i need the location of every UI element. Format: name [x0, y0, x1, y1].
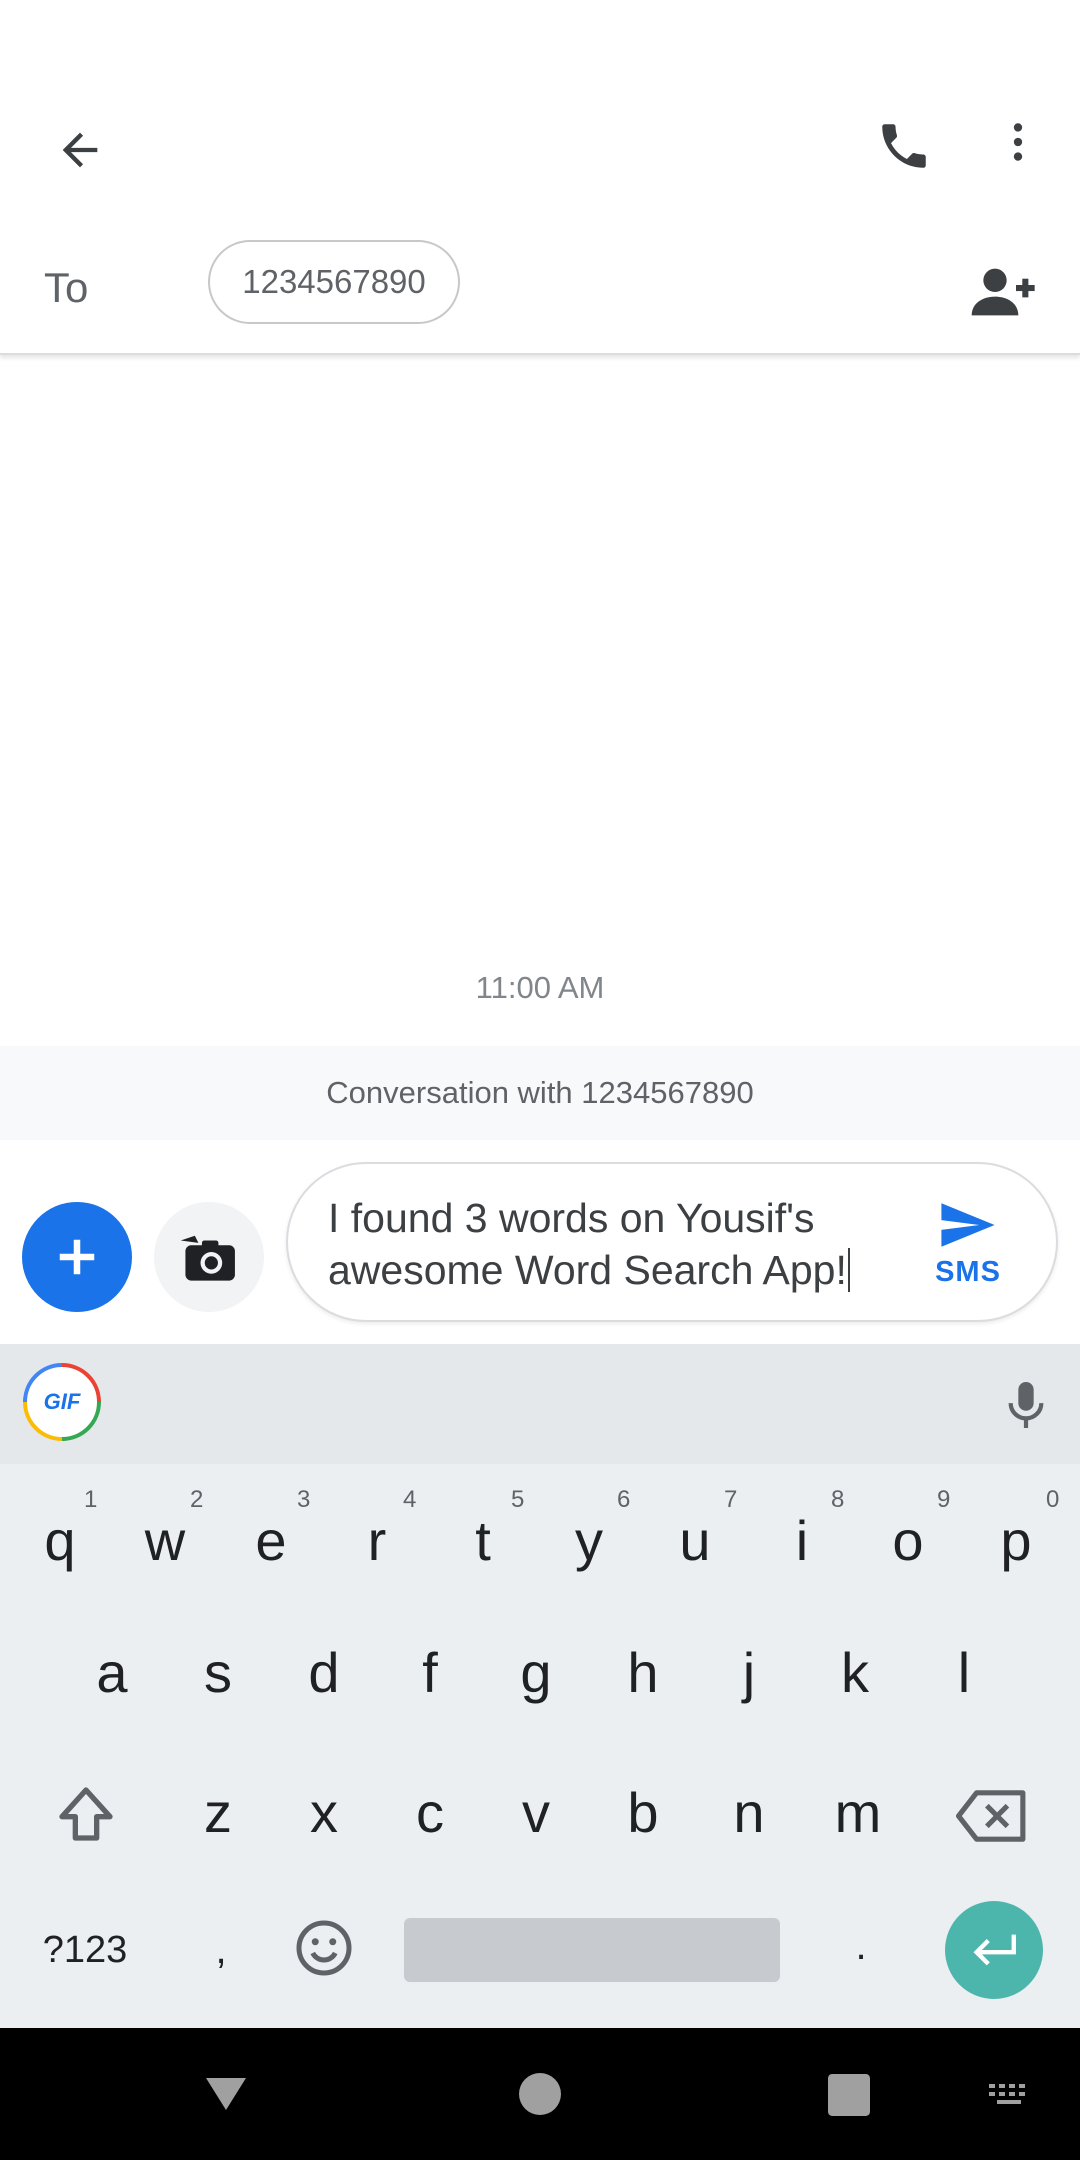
- recipient-chip[interactable]: 1234567890: [208, 240, 460, 324]
- space-bar[interactable]: [404, 1918, 780, 1982]
- key-period[interactable]: .: [836, 1906, 886, 1986]
- message-compose-field[interactable]: I found 3 words on Yousif's awesome Word…: [286, 1162, 1058, 1322]
- backspace-key[interactable]: [950, 1774, 1034, 1858]
- key-o[interactable]: o: [868, 1500, 948, 1580]
- key-v[interactable]: v: [496, 1772, 576, 1852]
- symbols-key[interactable]: ?123: [30, 1910, 140, 1990]
- enter-icon: [973, 1934, 1016, 1966]
- key-hint: 5: [511, 1486, 525, 1513]
- key-j[interactable]: j: [709, 1632, 789, 1712]
- key-hint: 7: [724, 1486, 738, 1513]
- key-d[interactable]: d: [284, 1632, 364, 1712]
- key-n[interactable]: n: [709, 1772, 789, 1852]
- message-text[interactable]: I found 3 words on Yousif's awesome Word…: [328, 1192, 888, 1296]
- key-l[interactable]: l: [924, 1632, 1004, 1712]
- navigation-bar: [0, 2028, 1080, 2160]
- conversation-banner: Conversation with 1234567890: [0, 1046, 1080, 1140]
- key-c[interactable]: c: [390, 1772, 470, 1852]
- person-add-icon[interactable]: [960, 250, 1044, 334]
- gif-button[interactable]: GIF: [22, 1362, 102, 1442]
- recipient-row: To 1234567890: [0, 220, 1080, 355]
- key-hint: 0: [1046, 1486, 1060, 1513]
- key-hint: 4: [403, 1486, 417, 1513]
- camera-button[interactable]: [154, 1202, 264, 1312]
- send-sms-button[interactable]: SMS: [908, 1186, 1028, 1302]
- key-hint: 2: [190, 1486, 204, 1513]
- send-label: SMS: [935, 1255, 1001, 1288]
- phone-icon[interactable]: [864, 106, 944, 186]
- key-k[interactable]: k: [815, 1632, 895, 1712]
- text-cursor: [847, 1248, 850, 1292]
- key-hint: 9: [937, 1486, 951, 1513]
- key-i[interactable]: i: [762, 1500, 842, 1580]
- add-attachment-button[interactable]: [22, 1202, 132, 1312]
- key-z[interactable]: z: [178, 1772, 258, 1852]
- app-bar: [0, 0, 1080, 220]
- key-comma[interactable]: ,: [196, 1910, 246, 1990]
- key-f[interactable]: f: [390, 1632, 470, 1712]
- keyboard-icon[interactable]: [980, 2078, 1040, 2114]
- key-m[interactable]: m: [818, 1772, 898, 1852]
- emoji-icon: [296, 1920, 352, 1976]
- gif-label: GIF: [43, 1389, 81, 1414]
- to-label: To: [44, 264, 89, 311]
- arrow-back-icon[interactable]: [40, 110, 120, 190]
- microphone-icon[interactable]: [994, 1370, 1058, 1440]
- key-hint: 1: [84, 1486, 98, 1513]
- key-u[interactable]: u: [655, 1500, 735, 1580]
- key-b[interactable]: b: [603, 1772, 683, 1852]
- emoji-key[interactable]: [284, 1908, 364, 1988]
- send-icon: [941, 1202, 995, 1247]
- shift-key[interactable]: [44, 1772, 128, 1856]
- backspace-icon: [956, 1790, 1026, 1842]
- message-text-line-1: I found 3 words on Yousif's: [328, 1195, 815, 1241]
- shift-icon: [59, 1787, 113, 1841]
- nav-home-icon[interactable]: [514, 2068, 566, 2120]
- keyboard-toolbar: GIF: [0, 1344, 1080, 1464]
- key-g[interactable]: g: [496, 1632, 576, 1712]
- key-hint: 3: [297, 1486, 311, 1513]
- nav-back-icon[interactable]: [196, 2068, 256, 2120]
- key-s[interactable]: s: [178, 1632, 258, 1712]
- message-timestamp: 11:00 AM: [475, 970, 605, 1005]
- camera-icon: [180, 1235, 235, 1281]
- key-hint: 8: [831, 1486, 845, 1513]
- key-p[interactable]: p: [976, 1500, 1056, 1580]
- nav-recents-icon[interactable]: [824, 2070, 874, 2120]
- more-vert-icon[interactable]: [978, 102, 1058, 182]
- plus-icon: [59, 1239, 95, 1275]
- key-x[interactable]: x: [284, 1772, 364, 1852]
- enter-key[interactable]: [945, 1901, 1043, 1999]
- key-h[interactable]: h: [603, 1632, 683, 1712]
- message-text-line-2: awesome Word Search App!: [328, 1247, 847, 1293]
- key-a[interactable]: a: [72, 1632, 152, 1712]
- key-hint: 6: [617, 1486, 631, 1513]
